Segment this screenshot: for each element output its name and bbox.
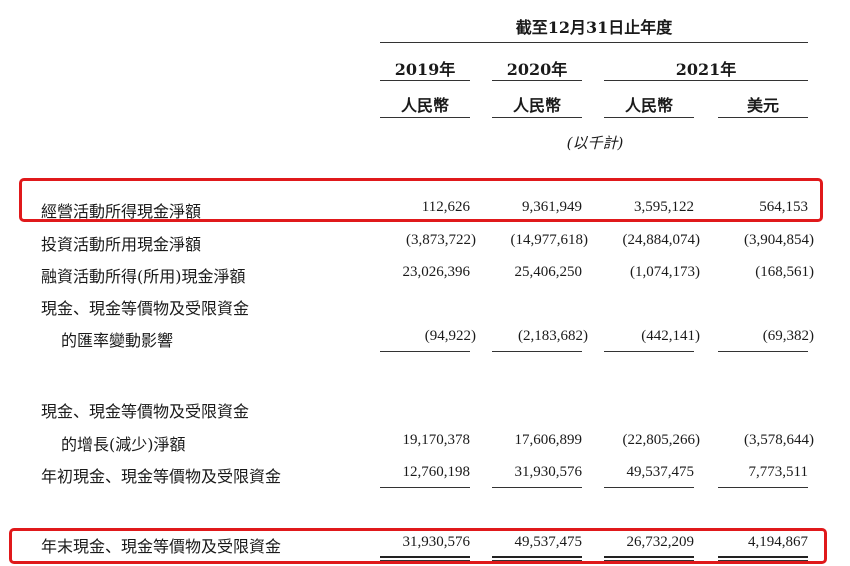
row-net-change-2020: 17,606,899 — [514, 432, 583, 448]
ending-double-rule-4b — [718, 560, 808, 561]
row-label-fx-line1: 現金、現金等價物及受限資金 — [41, 299, 250, 318]
row-financing-2019: 23,026,396 — [402, 264, 471, 280]
beginning-rule-1 — [380, 487, 470, 488]
row-label-net-change-line2: 的增長(減少)淨額 — [61, 435, 186, 454]
beginning-rule-4 — [718, 487, 808, 488]
fx-rule-3 — [604, 351, 694, 352]
currency-2020: 人民幣 — [512, 96, 561, 115]
year-2019: 2019年 — [394, 60, 456, 79]
ending-double-rule-2a — [492, 556, 582, 558]
row-financing-2021-rmb: (1,074,173) — [630, 264, 700, 280]
row-beginning-2020: 31,930,576 — [514, 464, 583, 480]
ending-double-rule-3a — [604, 556, 694, 558]
row-beginning-2021-usd: 7,773,511 — [748, 464, 808, 480]
currency-rule-1 — [380, 117, 470, 118]
year-2020-rule — [492, 80, 582, 81]
row-net-change-2021-rmb: (22,805,266) — [622, 432, 701, 448]
row-investing-2019: (3,873,722) — [406, 232, 476, 248]
currency-2019: 人民幣 — [400, 96, 449, 115]
row-fx-2019: (94,922) — [424, 328, 476, 344]
beginning-rule-3 — [604, 487, 694, 488]
fx-rule-2 — [492, 351, 582, 352]
row-label-fx-line2: 的匯率變動影響 — [61, 331, 174, 350]
row-label-investing: 投資活動所用現金淨額 — [41, 235, 202, 254]
header-rule — [380, 42, 808, 43]
row-beginning-2019: 12,760,198 — [402, 464, 471, 480]
row-ending-2021-rmb: 26,732,209 — [626, 534, 695, 550]
row-label-operating: 經營活動所得現金淨額 — [41, 202, 202, 221]
row-fx-2021-usd: (69,382) — [762, 328, 814, 344]
currency-2021-rmb: 人民幣 — [624, 96, 673, 115]
row-investing-2021-usd: (3,904,854) — [744, 232, 814, 248]
row-fx-2020: (2,183,682) — [518, 328, 588, 344]
ending-double-rule-1b — [380, 560, 470, 561]
row-beginning-2021-rmb: 49,537,475 — [626, 464, 695, 480]
row-net-change-2021-usd: (3,578,644) — [744, 432, 814, 448]
currency-rule-3 — [604, 117, 694, 118]
row-ending-2019: 31,930,576 — [402, 534, 471, 550]
row-label-ending: 年末現金、現金等價物及受限資金 — [41, 537, 282, 556]
ending-double-rule-2b — [492, 560, 582, 561]
year-2019-rule — [380, 80, 470, 81]
row-financing-2020: 25,406,250 — [514, 264, 583, 280]
year-2021-rule — [604, 80, 808, 81]
row-operating-2020: 9,361,949 — [522, 199, 582, 215]
units-note: (以千計) — [566, 134, 624, 152]
row-net-change-2019: 19,170,378 — [402, 432, 471, 448]
currency-rule-4 — [718, 117, 808, 118]
row-fx-2021-rmb: (442,141) — [641, 328, 700, 344]
row-label-financing: 融資活動所得(所用)現金淨額 — [41, 267, 246, 286]
row-operating-2021-usd: 564,153 — [759, 199, 808, 215]
row-financing-2021-usd: (168,561) — [755, 264, 814, 280]
row-label-beginning: 年初現金、現金等價物及受限資金 — [41, 467, 282, 486]
row-operating-2019: 112,626 — [421, 199, 470, 215]
ending-double-rule-3b — [604, 560, 694, 561]
fx-rule-1 — [380, 351, 470, 352]
row-investing-2020: (14,977,618) — [510, 232, 589, 248]
row-label-net-change-line1: 現金、現金等價物及受限資金 — [41, 402, 250, 421]
row-ending-2020: 49,537,475 — [514, 534, 583, 550]
ending-double-rule-4a — [718, 556, 808, 558]
year-2021: 2021年 — [675, 60, 737, 79]
ending-double-rule-1a — [380, 556, 470, 558]
row-ending-2021-usd: 4,194,867 — [748, 534, 808, 550]
row-operating-2021-rmb: 3,595,122 — [634, 199, 694, 215]
fx-rule-4 — [718, 351, 808, 352]
currency-2021-usd: 美元 — [746, 96, 779, 115]
currency-rule-2 — [492, 117, 582, 118]
period-header: 截至12月31日止年度 — [515, 18, 673, 37]
row-investing-2021-rmb: (24,884,074) — [622, 232, 701, 248]
year-2020: 2020年 — [506, 60, 568, 79]
beginning-rule-2 — [492, 487, 582, 488]
